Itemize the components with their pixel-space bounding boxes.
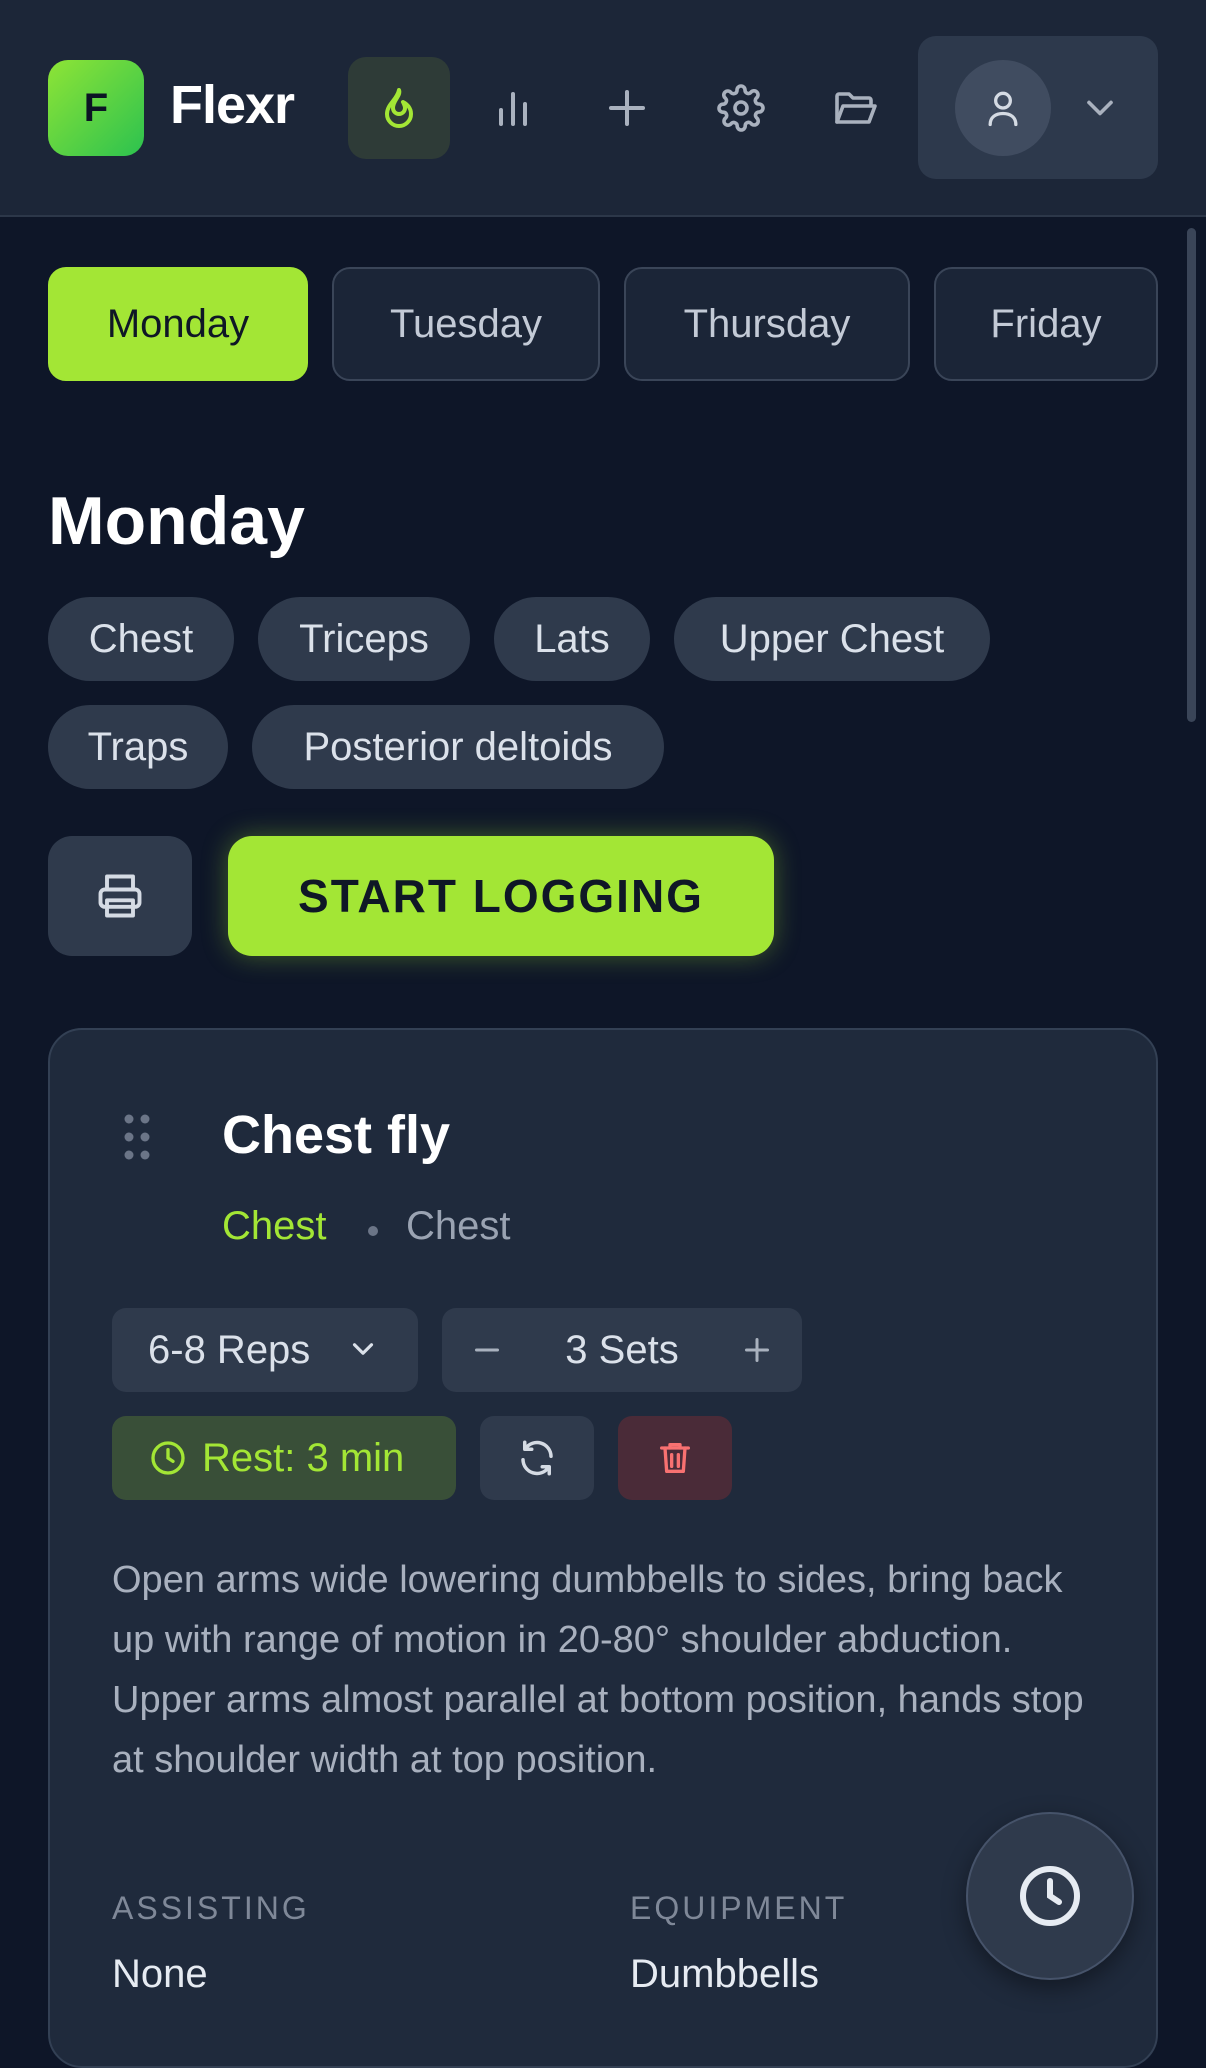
app-name: Flexr — [170, 75, 295, 135]
tab-label: Friday — [990, 301, 1102, 346]
nav-stats-button[interactable] — [462, 57, 564, 159]
chevron-down-icon — [1087, 100, 1113, 116]
user-icon — [988, 91, 1018, 127]
reps-value: 6-8 Reps — [148, 1327, 311, 1372]
printer-icon — [98, 874, 142, 918]
muscle-chip: Triceps — [258, 597, 470, 681]
clock-icon — [151, 1441, 185, 1475]
tab-friday[interactable]: Friday — [934, 267, 1158, 381]
muscle-chip: Traps — [48, 705, 228, 789]
increase-sets-button[interactable] — [712, 1308, 802, 1392]
separator-dot — [368, 1226, 378, 1236]
profile-menu-button[interactable] — [918, 36, 1158, 179]
app-logo[interactable]: F — [48, 60, 144, 156]
page-title: Monday — [48, 483, 305, 559]
muscle-chip: Upper Chest — [674, 597, 990, 681]
top-bar: F Flexr — [0, 0, 1206, 217]
nav-folder-button[interactable] — [804, 57, 906, 159]
exercise-description: Open arms wide lowering dumbbells to sid… — [112, 1559, 1084, 1781]
decrease-sets-button[interactable] — [442, 1308, 532, 1392]
refresh-icon — [521, 1440, 553, 1476]
reps-select[interactable]: 6-8 Reps — [112, 1308, 418, 1392]
flame-icon — [385, 88, 413, 128]
chevron-down-icon — [352, 1343, 374, 1355]
tab-label: Monday — [106, 301, 250, 346]
bar-chart-icon — [499, 92, 527, 126]
gear-icon — [717, 84, 765, 132]
nav-settings-button[interactable] — [690, 57, 792, 159]
equipment-label: EQUIPMENT — [630, 1890, 848, 1926]
trash-icon — [660, 1443, 690, 1473]
tab-tuesday[interactable]: Tuesday — [332, 267, 600, 381]
assisting-label: ASSISTING — [112, 1890, 310, 1926]
timer-fab-button[interactable] — [966, 1812, 1134, 1980]
plus-icon — [745, 1338, 769, 1362]
rest-label: Rest: 3 min — [202, 1435, 405, 1480]
swap-exercise-button[interactable] — [480, 1416, 594, 1500]
primary-muscle: Chest — [222, 1204, 327, 1248]
muscle-chip: Posterior deltoids — [252, 705, 664, 789]
tab-label: Tuesday — [390, 301, 542, 346]
tab-label: Thursday — [683, 301, 851, 346]
equipment-value: Dumbbells — [630, 1952, 819, 1996]
secondary-muscle: Chest — [406, 1204, 511, 1248]
muscle-chip: Chest — [48, 597, 234, 681]
sets-stepper: 3 Sets — [442, 1308, 802, 1392]
avatar — [955, 60, 1051, 156]
clock-icon — [1020, 1866, 1080, 1926]
plus-icon — [609, 90, 645, 126]
assisting-value: None — [112, 1952, 208, 1996]
tab-monday[interactable]: Monday — [48, 267, 308, 381]
tab-thursday[interactable]: Thursday — [624, 267, 910, 381]
folder-open-icon — [835, 92, 877, 124]
print-button[interactable] — [48, 836, 192, 956]
drag-handle-icon[interactable] — [122, 1112, 152, 1162]
muscle-chip: Lats — [494, 597, 650, 681]
delete-exercise-button[interactable] — [618, 1416, 732, 1500]
nav-add-button[interactable] — [576, 57, 678, 159]
nav-workout-button[interactable] — [348, 57, 450, 159]
scrollbar[interactable] — [1187, 228, 1196, 722]
minus-icon — [475, 1348, 499, 1352]
rest-timer-button[interactable]: Rest: 3 min — [112, 1416, 456, 1500]
logo-letter: F — [83, 85, 109, 130]
sets-value: 3 Sets — [565, 1327, 679, 1372]
exercise-title: Chest fly — [222, 1105, 451, 1165]
start-logging-button[interactable]: START LOGGING — [228, 836, 774, 956]
